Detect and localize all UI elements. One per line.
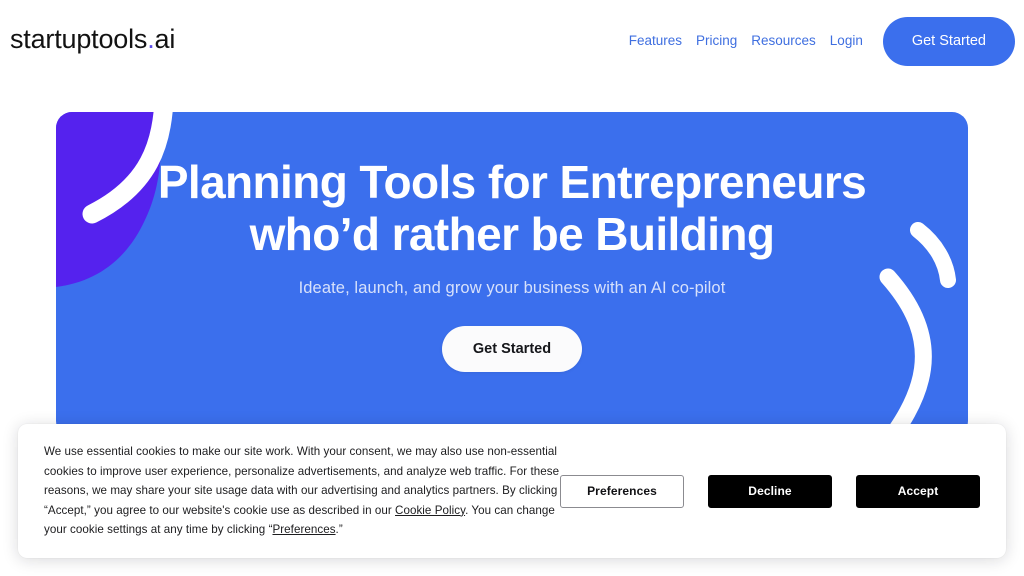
cookie-preferences-button[interactable]: Preferences — [560, 474, 684, 508]
hero-title: Planning Tools for Entrepreneurs who’d r… — [157, 156, 867, 260]
preferences-link[interactable]: Preferences — [272, 523, 335, 536]
cookie-consent-banner: We use essential cookies to make our sit… — [18, 424, 1006, 558]
header-get-started-button[interactable]: Get Started — [882, 16, 1015, 66]
logo-suffix: ai — [154, 24, 176, 54]
site-header: startuptools.ai Features Pricing Resourc… — [0, 0, 1024, 82]
hero-get-started-button[interactable]: Get Started — [441, 326, 583, 372]
nav-item-login[interactable]: Login — [823, 16, 870, 66]
hero-content: Planning Tools for Entrepreneurs who’d r… — [56, 112, 968, 437]
hero-subtitle: Ideate, launch, and grow your business w… — [298, 279, 726, 297]
logo-text: startuptools — [10, 24, 148, 54]
cookie-decline-button[interactable]: Decline — [708, 474, 832, 508]
cookie-accept-button[interactable]: Accept — [856, 474, 980, 508]
nav-item-features[interactable]: Features — [622, 16, 689, 66]
main-navigation: Features Pricing Resources Login Get Sta… — [622, 16, 1015, 66]
cookie-policy-link[interactable]: Cookie Policy — [395, 504, 465, 517]
nav-item-resources[interactable]: Resources — [744, 16, 823, 66]
cookie-text-part-3: .” — [335, 523, 343, 537]
nav-item-pricing[interactable]: Pricing — [689, 16, 744, 66]
site-logo[interactable]: startuptools.ai — [10, 24, 175, 55]
cookie-consent-text: We use essential cookies to make our sit… — [44, 442, 560, 540]
logo-dot: . — [147, 24, 155, 54]
hero-section: Planning Tools for Entrepreneurs who’d r… — [56, 112, 968, 437]
cookie-banner-actions: Preferences Decline Accept — [560, 474, 980, 508]
